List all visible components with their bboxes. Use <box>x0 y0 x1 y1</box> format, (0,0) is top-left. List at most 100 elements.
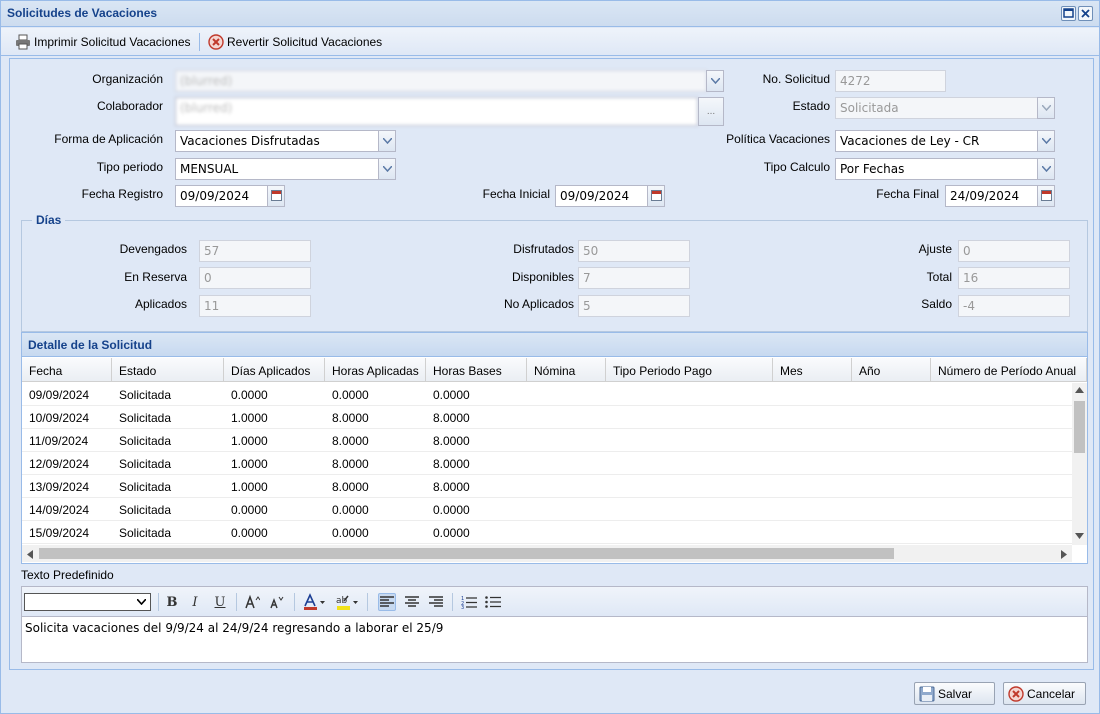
cell-dias-aplicados: 0.0000 <box>231 503 268 517</box>
save-button[interactable]: Salvar <box>914 682 995 705</box>
scroll-left-icon[interactable] <box>27 550 33 559</box>
chevron-down-icon <box>382 166 392 172</box>
revert-request-button[interactable]: Revertir Solicitud Vacaciones <box>208 33 382 51</box>
table-row[interactable]: 14/09/2024 Solicitada 0.0000 0.0000 0.00… <box>22 498 1072 521</box>
fecha-final-field[interactable]: 24/09/2024 <box>945 185 1038 207</box>
table-row[interactable]: 09/09/2024 Solicitada 0.0000 0.0000 0.00… <box>22 383 1072 406</box>
align-right-icon[interactable] <box>427 593 445 611</box>
forma-aplicacion-dropdown-trigger[interactable] <box>378 130 396 152</box>
calendar-icon[interactable] <box>267 185 285 207</box>
svg-text:3: 3 <box>461 605 464 609</box>
calendar-icon[interactable] <box>647 185 665 207</box>
column-header-nomina[interactable]: Nómina <box>527 358 606 382</box>
saldo-field: -4 <box>958 295 1070 317</box>
scroll-down-icon[interactable] <box>1075 533 1084 539</box>
table-row[interactable]: 10/09/2024 Solicitada 1.0000 8.0000 8.00… <box>22 406 1072 429</box>
forma-aplicacion-label: Forma de Aplicación <box>54 132 163 146</box>
cell-fecha: 11/09/2024 <box>29 434 89 448</box>
increase-font-icon[interactable] <box>243 593 261 611</box>
table-row[interactable]: 11/09/2024 Solicitada 1.0000 8.0000 8.00… <box>22 429 1072 452</box>
horizontal-scroll-thumb[interactable] <box>39 548 894 559</box>
table-row[interactable]: 15/09/2024 Solicitada 0.0000 0.0000 0.00… <box>22 521 1072 544</box>
organizacion-field[interactable]: (blurred) <box>175 70 707 92</box>
table-row[interactable]: 12/09/2024 Solicitada 1.0000 8.0000 8.00… <box>22 452 1072 475</box>
cell-dias-aplicados: 0.0000 <box>231 388 268 402</box>
column-header-numero-periodo-anual[interactable]: Número de Período Anual <box>931 358 1087 382</box>
detalle-header: Detalle de la Solicitud <box>22 333 1087 357</box>
calendar-icon[interactable] <box>1037 185 1055 207</box>
chevron-down-icon <box>137 599 146 605</box>
fecha-final-label: Fecha Final <box>876 187 939 201</box>
print-request-button[interactable]: Imprimir Solicitud Vacaciones <box>15 33 191 51</box>
column-header-mes[interactable]: Mes <box>773 358 852 382</box>
tipo-periodo-dropdown-trigger[interactable] <box>378 158 396 180</box>
vertical-scrollbar[interactable] <box>1072 383 1087 545</box>
organizacion-dropdown-trigger[interactable] <box>706 70 724 92</box>
toolbar-separator <box>199 33 200 51</box>
politica-vacaciones-dropdown-trigger[interactable] <box>1037 130 1055 152</box>
cell-dias-aplicados: 1.0000 <box>231 434 268 448</box>
texto-predefinido-label: Texto Predefinido <box>21 568 114 582</box>
cell-dias-aplicados: 1.0000 <box>231 480 268 494</box>
svg-text:ab: ab <box>336 596 348 606</box>
bold-button[interactable]: B <box>163 593 181 611</box>
unordered-list-icon[interactable] <box>484 593 502 611</box>
scroll-up-icon[interactable] <box>1075 387 1084 393</box>
horizontal-scrollbar[interactable] <box>22 545 1072 562</box>
scroll-right-icon[interactable] <box>1061 550 1067 559</box>
dias-fieldset: Días Devengados 57 En Reserva 0 Aplicado… <box>21 213 1088 332</box>
editor-separator <box>236 593 237 611</box>
align-left-icon[interactable] <box>378 593 396 611</box>
editor-content[interactable]: Solicita vacaciones del 9/9/24 al 24/9/2… <box>25 621 443 635</box>
close-icon[interactable] <box>1078 6 1093 21</box>
tipo-calculo-select[interactable]: Por Fechas <box>835 158 1038 180</box>
italic-button[interactable]: I <box>186 593 204 611</box>
devengados-field: 57 <box>199 240 311 262</box>
maximize-icon[interactable] <box>1061 6 1076 21</box>
colaborador-search-button[interactable]: ... <box>698 97 724 126</box>
table-row[interactable]: 13/09/2024 Solicitada 1.0000 8.0000 8.00… <box>22 475 1072 498</box>
save-label: Salvar <box>938 686 973 701</box>
fecha-inicial-field[interactable]: 09/09/2024 <box>555 185 648 207</box>
en-reserva-field: 0 <box>199 267 311 289</box>
column-header-horas-bases[interactable]: Horas Bases <box>426 358 527 382</box>
politica-vacaciones-select[interactable]: Vacaciones de Ley - CR <box>835 130 1038 152</box>
highlight-color-icon[interactable]: ab <box>335 593 361 611</box>
grid-body: 09/09/2024 Solicitada 0.0000 0.0000 0.00… <box>22 383 1072 545</box>
cell-fecha: 09/09/2024 <box>29 388 90 402</box>
cell-horas-bases: 0.0000 <box>433 526 470 540</box>
ajuste-label: Ajuste <box>918 242 952 256</box>
fecha-registro-field[interactable]: 09/09/2024 <box>175 185 268 207</box>
font-color-icon[interactable] <box>302 593 328 611</box>
column-header-estado[interactable]: Estado <box>112 358 224 382</box>
cell-horas-bases: 8.0000 <box>433 480 470 494</box>
toolbar: Imprimir Solicitud Vacaciones Revertir S… <box>1 28 1099 56</box>
cell-fecha: 12/09/2024 <box>29 457 90 471</box>
estado-dropdown-trigger <box>1037 97 1055 119</box>
cell-estado: Solicitada <box>119 457 172 471</box>
vertical-scroll-thumb[interactable] <box>1074 401 1085 453</box>
tipo-periodo-select[interactable]: MENSUAL <box>175 158 379 180</box>
printer-icon <box>15 34 31 50</box>
decrease-font-icon[interactable] <box>267 593 285 611</box>
cancel-button[interactable]: Cancelar <box>1003 682 1086 705</box>
column-header-anio[interactable]: Año <box>852 358 931 382</box>
chevron-down-icon <box>710 78 720 84</box>
ordered-list-icon[interactable]: 123 <box>460 593 478 611</box>
column-header-dias-aplicados[interactable]: Días Aplicados <box>224 358 325 382</box>
align-center-icon[interactable] <box>403 593 421 611</box>
no-solicitud-label: No. Solicitud <box>762 72 830 86</box>
editor-separator <box>452 593 453 611</box>
disponibles-field: 7 <box>578 267 690 289</box>
tipo-calculo-dropdown-trigger[interactable] <box>1037 158 1055 180</box>
column-header-fecha[interactable]: Fecha <box>22 358 112 382</box>
column-header-tipo-periodo-pago[interactable]: Tipo Periodo Pago <box>606 358 773 382</box>
cell-horas-bases: 8.0000 <box>433 411 470 425</box>
editor-toolbar: B I U ab 123 <box>22 587 1087 617</box>
forma-aplicacion-select[interactable]: Vacaciones Disfrutadas <box>175 130 379 152</box>
underline-button[interactable]: U <box>211 593 229 611</box>
colaborador-field[interactable]: (blurred) <box>175 97 698 126</box>
column-header-horas-aplicadas[interactable]: Horas Aplicadas <box>325 358 426 382</box>
font-family-select[interactable] <box>24 593 151 611</box>
no-aplicados-field: 5 <box>578 295 690 317</box>
